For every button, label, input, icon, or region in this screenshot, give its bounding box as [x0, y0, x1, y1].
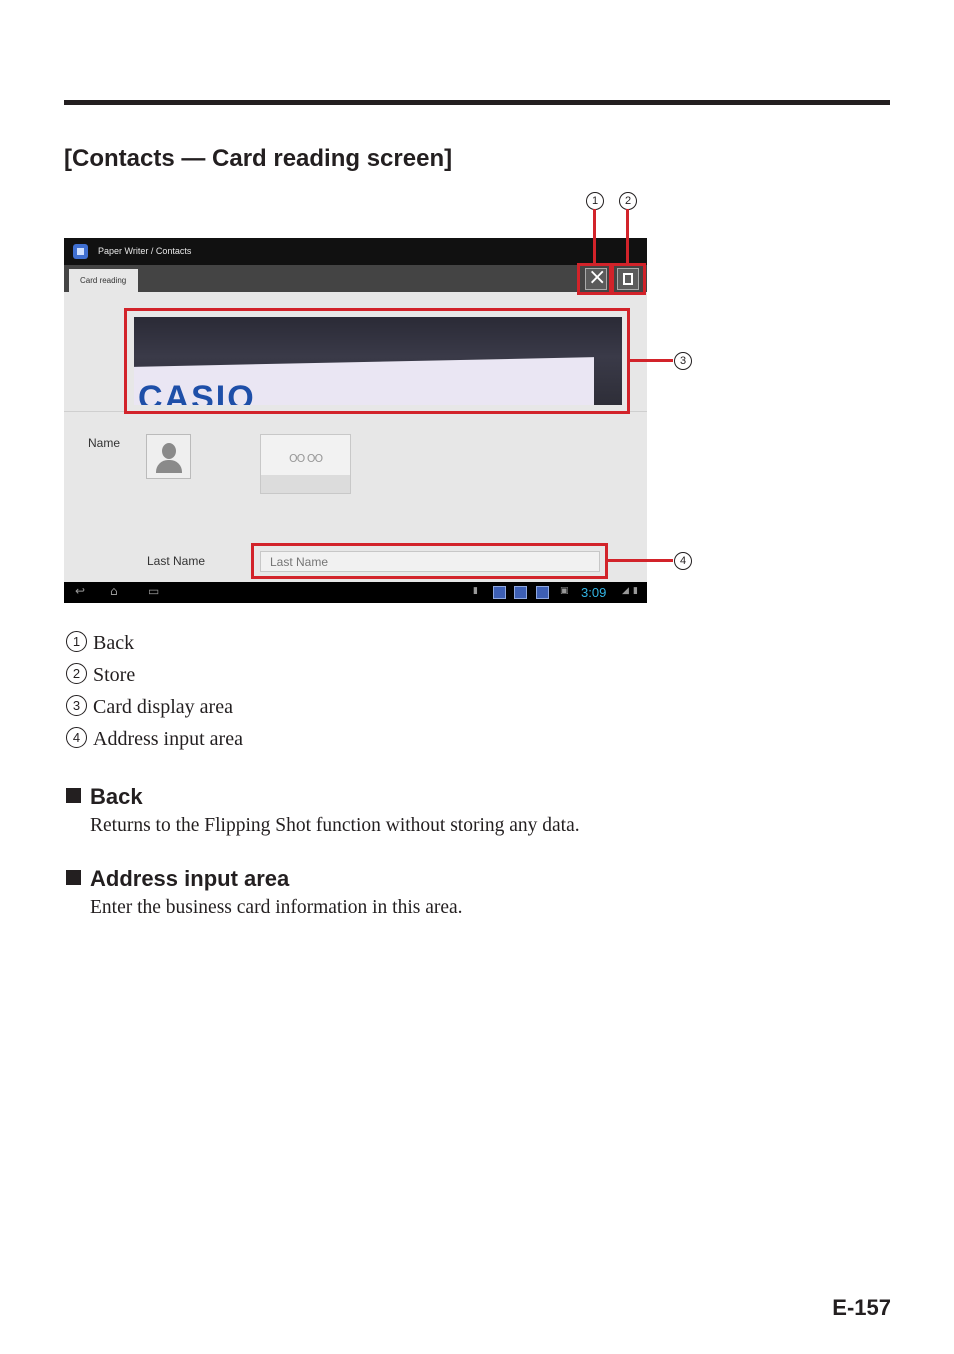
section-heading-text: Address input area: [90, 866, 290, 891]
legend-text: Card display area: [93, 696, 233, 718]
tab-card-reading[interactable]: Card reading: [69, 269, 138, 292]
callout-4: 4: [674, 552, 692, 570]
title-bar: Paper Writer / Contacts: [64, 238, 647, 265]
person-head-icon: [162, 443, 176, 459]
callout-box-store: [611, 263, 646, 295]
leader-line-1: [593, 209, 596, 264]
nav-recent-icon[interactable]: ▭: [148, 584, 159, 598]
legend-num: 1: [66, 631, 87, 652]
signal-icon: ◢: [622, 586, 629, 596]
legend-num: 4: [66, 727, 87, 748]
legend-item: 2 Store: [66, 663, 136, 688]
notification-icon-2[interactable]: [514, 586, 527, 599]
callout-2: 2: [619, 192, 637, 210]
contact-photo[interactable]: [146, 434, 191, 479]
app-icon: [73, 244, 88, 259]
image-icon: ▣: [560, 586, 569, 596]
legend-item: 3 Card display area: [66, 695, 233, 720]
notification-icon-1[interactable]: [493, 586, 506, 599]
clock: 3:09: [581, 585, 607, 600]
leader-line-2: [626, 209, 629, 264]
section-body-address: Enter the business card information in t…: [90, 897, 463, 918]
callout-3: 3: [674, 352, 692, 370]
legend-text: Address input area: [93, 728, 243, 750]
battery-icon: ▮: [633, 586, 638, 596]
thumb-text: OO OO: [289, 452, 323, 465]
section-heading-text: Back: [90, 784, 143, 809]
callout-1: 1: [586, 192, 604, 210]
callout-box-address-input: [251, 543, 608, 579]
section-title: [Contacts — Card reading screen]: [64, 145, 453, 172]
system-nav-bar: ↩ ⌂ ▭ ▮ ▣ 3:09 ◢ ▮: [64, 582, 647, 603]
leader-line-3: [629, 359, 673, 362]
legend-text: Store: [93, 664, 136, 686]
name-label: Name: [88, 436, 121, 450]
usb-icon: ▮: [473, 586, 478, 596]
legend-num: 3: [66, 695, 87, 716]
square-bullet-icon: [66, 870, 81, 885]
nav-back-icon[interactable]: ↩: [75, 584, 85, 598]
card-thumbnail[interactable]: OO OO: [260, 434, 351, 494]
app-title: Paper Writer / Contacts: [98, 246, 192, 256]
last-name-label: Last Name: [147, 554, 206, 568]
callout-box-back: [577, 263, 612, 295]
legend-item: 1 Back: [66, 631, 135, 656]
section-heading-address: Address input area: [66, 866, 289, 892]
top-rule: [64, 100, 890, 105]
section-body-back: Returns to the Flipping Shot function wi…: [90, 815, 580, 836]
nav-home-icon[interactable]: ⌂: [110, 584, 118, 598]
page-number: E-157: [832, 1295, 891, 1320]
legend-text: Back: [93, 632, 135, 654]
callout-box-card-display: [124, 308, 630, 414]
legend-num: 2: [66, 663, 87, 684]
leader-line-4: [607, 559, 673, 562]
notification-icon-3[interactable]: [536, 586, 549, 599]
section-heading-back: Back: [66, 784, 143, 810]
tab-bar: Card reading: [64, 265, 647, 292]
person-body-icon: [156, 460, 182, 473]
legend-item: 4 Address input area: [66, 727, 243, 752]
square-bullet-icon: [66, 788, 81, 803]
thumb-band: [261, 475, 350, 493]
